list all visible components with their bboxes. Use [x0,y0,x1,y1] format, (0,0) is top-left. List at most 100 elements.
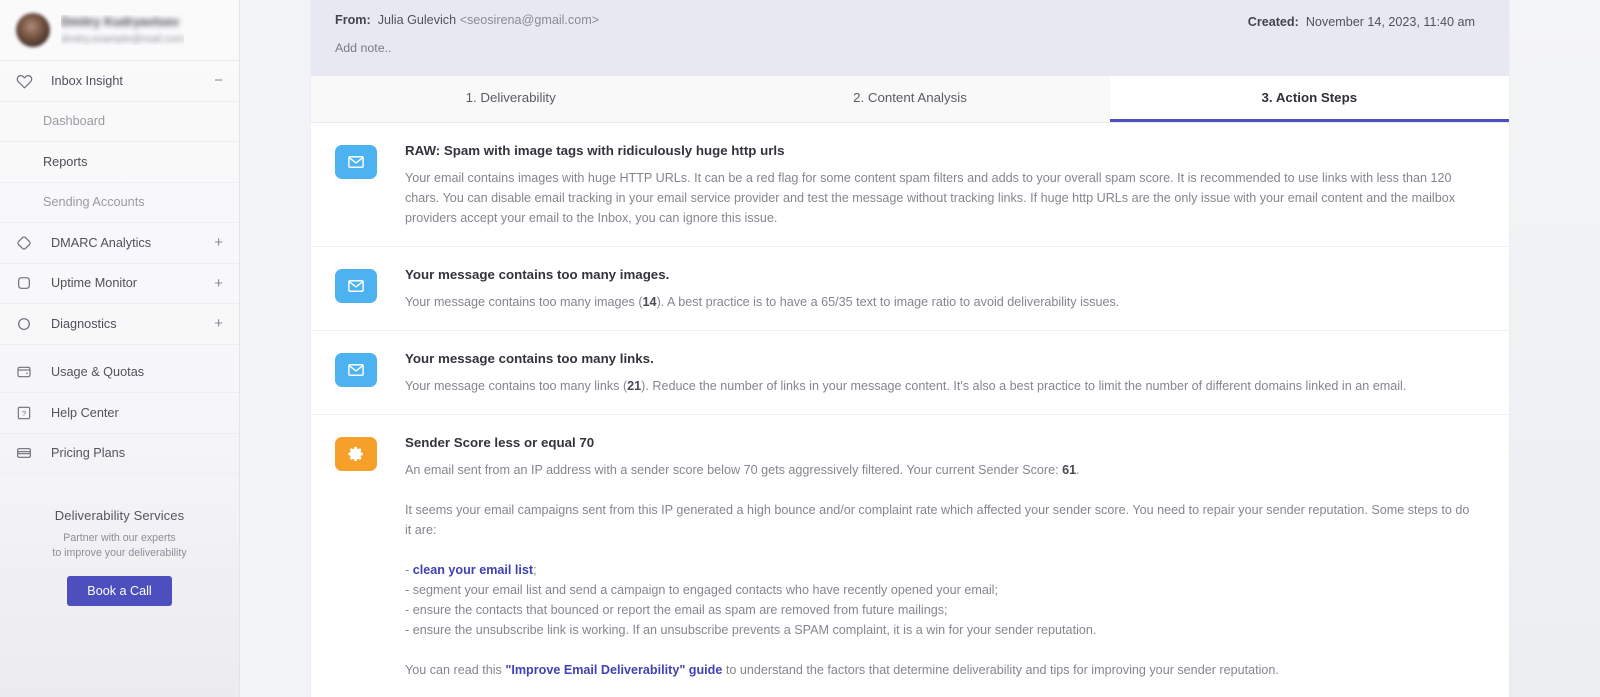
sidebar-group-diagnostics[interactable]: Diagnostics + [0,304,239,345]
action-item: Your message contains too many images. Y… [311,247,1509,331]
expand-toggle-icon[interactable]: + [214,235,223,250]
profile-name: Dmitry Kudryavtsev [61,15,180,29]
tab-action-steps[interactable]: 3. Action Steps [1109,76,1509,122]
square-icon [16,275,38,291]
collapse-toggle-icon[interactable]: − [214,73,223,88]
sidebar-group-inbox-insight[interactable]: Inbox Insight − [0,61,239,102]
bullet-dash: - [405,623,413,637]
action-item-title: RAW: Spam with image tags with ridiculou… [405,143,785,158]
user-profile[interactable]: Dmitry Kudryavtsev dmitry.example@mail.c… [0,0,239,61]
heart-icon [16,72,38,89]
action-item: Your message contains too many links. Yo… [311,331,1509,415]
sidebar-group-label: Inbox Insight [51,73,123,88]
action-item-title: Your message contains too many links. [405,351,654,366]
repair-steps-list: - clean your email list; - segment your … [405,560,1475,640]
mail-icon [335,269,377,303]
sidebar-group-uptime-monitor[interactable]: Uptime Monitor + [0,264,239,304]
count-value: 21 [627,379,642,393]
sender-score-value: 61 [1062,463,1077,477]
action-item: RAW: Spam with image tags with ridiculou… [311,123,1509,247]
bullet-rest: ensure the unsubscribe link is working. … [412,623,1097,637]
created-line: Created: November 14, 2023, 11:40 am [1248,15,1475,29]
text-pre: Your message contains too many links ( [405,379,628,393]
sidebar-item-sending-accounts[interactable]: Sending Accounts [0,183,239,223]
bullet-rest: ; [533,563,537,577]
text-post: ). Reduce the number of links in your me… [641,379,1407,393]
sidebar-item-label: Usage & Quotas [51,365,145,380]
from-email: <seosirena@gmail.com> [459,13,600,27]
action-item-body: RAW: Spam with image tags with ridiculou… [405,143,1475,228]
mail-icon [335,353,377,387]
created-value: November 14, 2023, 11:40 am [1305,15,1475,29]
action-item-text: An email sent from an IP address with a … [405,460,1475,480]
sidebar-divider [0,345,239,353]
count-value: 14 [642,295,657,309]
action-item-text: Your message contains too many images (1… [405,292,1475,312]
avatar [16,13,50,47]
action-item-paragraph2: It seems your email campaigns sent from … [405,503,1470,537]
sidebar-item-usage-quotas[interactable]: Usage & Quotas [0,353,239,393]
diamond-icon [16,235,38,251]
list-item: - clean your email list; [405,560,1475,580]
sidebar-group-dmarc-analytics[interactable]: DMARC Analytics + [0,223,239,264]
expand-toggle-icon[interactable]: + [214,316,223,331]
promo-subtitle: Partner with our experts to improve your… [18,531,221,561]
sidebar-item-help-center[interactable]: ? Help Center [0,393,239,434]
sidebar-group-label: Diagnostics [51,316,117,331]
action-item-text: Your message contains too many links (21… [405,376,1475,396]
improve-email-deliverability-guide-link[interactable]: "Improve Email Deliverability" guide [505,663,722,677]
tab-content-analysis[interactable]: 2. Content Analysis [710,76,1110,122]
expand-toggle-icon[interactable]: + [214,276,223,291]
promo-subtitle-line2: to improve your deliverability [52,547,187,559]
text-pre: An email sent from an IP address with a … [405,463,1063,477]
page-background [1509,0,1600,697]
sidebar-item-pricing-plans[interactable]: Pricing Plans [0,434,239,474]
circle-icon [16,316,38,332]
sidebar-item-label: Dashboard [43,114,106,129]
profile-email: dmitry.example@mail.com [61,33,185,45]
text-post: . [1076,463,1080,477]
bullet-rest: ensure the contacts that bounced or repo… [412,603,948,617]
from-name: Julia Gulevich [377,13,457,27]
tab-deliverability[interactable]: 1. Deliverability [311,76,711,122]
bullet-rest: segment your email list and send a campa… [412,583,998,597]
sidebar-item-reports[interactable]: Reports [0,142,239,183]
sidebar-item-dashboard[interactable]: Dashboard [0,102,239,142]
created-label: Created: [1247,15,1299,29]
from-label: From: [335,13,371,27]
message-meta-bar: From: Julia Gulevich <seosirena@gmail.co… [311,0,1509,76]
list-item: - segment your email list and send a cam… [405,580,1475,600]
sidebar-group-label: Uptime Monitor [51,276,138,291]
sidebar-item-label: Help Center [51,405,119,420]
bullet-dash: - [405,563,413,577]
guide-footer: You can read this "Improve Email Deliver… [405,660,1475,680]
app-root: Dmitry Kudryavtsev dmitry.example@mail.c… [0,0,1600,697]
promo-card: Deliverability Services Partner with our… [0,508,239,606]
bullet-dash: - [405,603,413,617]
book-a-call-button[interactable]: Book a Call [67,576,172,606]
main-area: From: Julia Gulevich <seosirena@gmail.co… [240,0,1600,697]
promo-subtitle-line1: Partner with our experts [63,532,176,544]
text-pre: Your message contains too many images ( [405,295,643,309]
report-card: From: Julia Gulevich <seosirena@gmail.co… [311,0,1509,697]
promo-title: Deliverability Services [54,508,185,523]
report-tabs: 1. Deliverability 2. Content Analysis 3.… [311,76,1509,123]
sidebar-item-label: Reports [43,154,88,169]
sidebar-group-label: DMARC Analytics [51,235,152,250]
svg-text:?: ? [22,409,26,418]
clean-your-email-list-link[interactable]: clean your email list [413,563,533,577]
card-icon [16,445,38,461]
text-post: ). A best practice is to have a 65/35 te… [656,295,1120,309]
action-item-body: Your message contains too many links. Yo… [405,351,1475,396]
gear-icon [335,437,377,471]
action-item-text: Your email contains images with huge HTT… [405,171,1456,225]
list-item: - ensure the unsubscribe link is working… [405,620,1475,640]
footer-post: to understand the factors that determine… [722,663,1279,677]
sidebar-item-label: Pricing Plans [51,446,126,461]
list-item: - ensure the contacts that bounced or re… [405,600,1475,620]
add-note-link[interactable]: Add note.. [335,41,1485,55]
from-value: Julia Gulevich <seosirena@gmail.com> [378,13,599,27]
sidebar-item-label: Sending Accounts [43,195,145,210]
bullet-dash: - [405,583,413,597]
action-item-body: Your message contains too many images. Y… [405,267,1475,312]
